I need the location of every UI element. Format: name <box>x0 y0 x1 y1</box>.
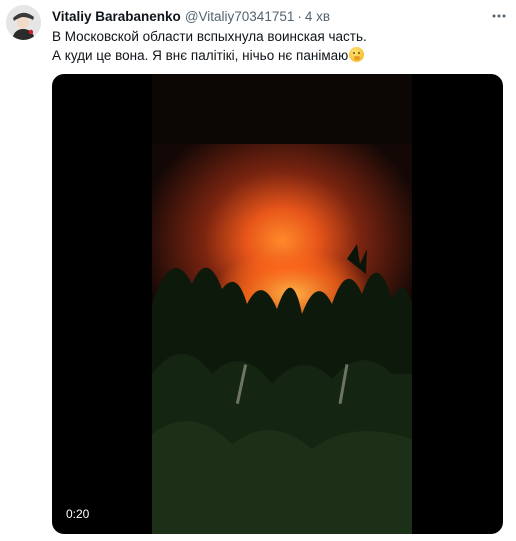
video-player[interactable]: 0:20 <box>52 74 503 534</box>
author-handle[interactable]: @Vitaliy70341751 <box>185 9 295 24</box>
video-thumbnail[interactable] <box>152 74 412 534</box>
tweet-text-line-2: А куди це вона. Я внє палітікі, нічьо нє… <box>52 46 502 65</box>
more-horizontal-icon <box>492 14 506 18</box>
tweet-text-line-2-content: А куди це вона. Я внє палітікі, нічьо нє… <box>52 48 349 63</box>
tweet-header: Vitaliy Barabanenko @Vitaliy70341751 · 4… <box>52 6 330 26</box>
separator-dot: · <box>297 8 302 24</box>
tweet[interactable]: Vitaliy Barabanenko @Vitaliy70341751 · 4… <box>0 0 516 541</box>
video-duration-badge: 0:20 <box>60 504 96 524</box>
more-options-button[interactable] <box>488 6 510 26</box>
tweet-text: В Московской области вспыхнула воинская … <box>52 27 502 65</box>
avatar[interactable] <box>6 5 41 40</box>
face-with-hand-over-mouth-emoji-icon <box>349 47 365 62</box>
tweet-text-line-1: В Московской области вспыхнула воинская … <box>52 29 367 44</box>
author-name[interactable]: Vitaliy Barabanenko <box>52 9 181 24</box>
timestamp[interactable]: 4 хв <box>305 9 330 24</box>
